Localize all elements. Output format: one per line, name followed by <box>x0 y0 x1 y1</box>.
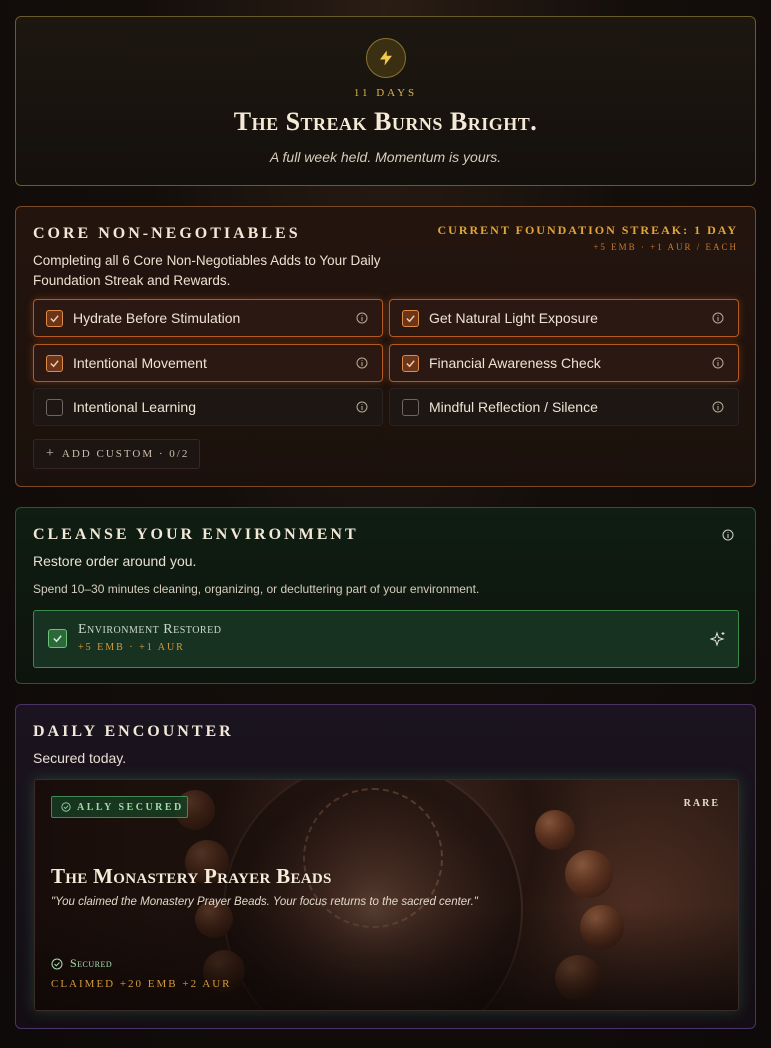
environment-reward: +5 EMB · +1 AUR <box>78 642 185 653</box>
info-icon[interactable] <box>712 357 724 369</box>
checkbox-checked[interactable] <box>46 354 63 372</box>
core-title: CORE NON-NEGOTIABLES <box>33 225 301 242</box>
streak-days: 11 DAYS <box>353 87 418 99</box>
info-icon[interactable] <box>722 529 734 541</box>
streak-subtitle: A full week held. Momentum is yours. <box>269 149 502 165</box>
task-label: Intentional Learning <box>73 399 196 415</box>
encounter-title: DAILY ENCOUNTER <box>33 723 234 740</box>
task-movement[interactable]: Intentional Movement <box>33 344 383 382</box>
check-circle-icon <box>51 958 63 969</box>
info-icon[interactable] <box>712 312 724 324</box>
checkbox-checked[interactable] <box>46 309 63 327</box>
task-hydrate[interactable]: Hydrate Before Stimulation <box>33 299 383 337</box>
secured-status: Secured <box>51 956 112 971</box>
ally-secured-label: ALLY SECURED <box>77 801 184 813</box>
plus-icon: + <box>46 446 54 461</box>
add-custom-button[interactable]: + ADD CUSTOM · 0/2 <box>33 439 200 469</box>
core-description: Completing all 6 Core Non-Negotiables Ad… <box>33 253 381 288</box>
add-custom-label: ADD CUSTOM · 0/2 <box>61 448 190 460</box>
task-label: Hydrate Before Stimulation <box>73 310 241 326</box>
foundation-streak-info: CURRENT FOUNDATION STREAK: 1 DAY +5 EMB … <box>438 223 738 252</box>
info-icon[interactable] <box>356 357 368 369</box>
info-icon[interactable] <box>712 401 724 413</box>
task-label: Get Natural Light Exposure <box>429 310 598 326</box>
checkbox-unchecked[interactable] <box>46 398 63 416</box>
task-label: Financial Awareness Check <box>429 355 601 371</box>
foundation-streak-label: CURRENT FOUNDATION STREAK: 1 DAY <box>437 223 738 237</box>
checkbox-unchecked[interactable] <box>402 398 419 416</box>
rarity-label: RARE <box>683 798 720 809</box>
task-natural-light[interactable]: Get Natural Light Exposure <box>389 299 739 337</box>
sparkle-icon <box>710 631 725 647</box>
checkbox-checked[interactable] <box>402 354 419 372</box>
claimed-reward: CLAIMED +20 EMB +2 AUR <box>51 978 232 990</box>
check-circle-icon <box>61 802 71 812</box>
task-reflection[interactable]: Mindful Reflection / Silence <box>389 388 739 426</box>
streak-banner: 11 DAYS The Streak Burns Bright. A full … <box>15 16 756 186</box>
checkbox-checked[interactable] <box>402 309 419 327</box>
environment-restored-item[interactable]: Environment Restored +5 EMB · +1 AUR <box>33 610 739 668</box>
lightning-icon <box>366 38 406 78</box>
ally-secured-badge: ALLY SECURED <box>51 796 188 818</box>
info-icon[interactable] <box>356 312 368 324</box>
reward-each-label: +5 EMB · +1 AUR / EACH <box>593 242 738 252</box>
checkbox-checked[interactable] <box>48 629 67 648</box>
encounter-subtitle: Secured today. <box>33 750 127 766</box>
cleanse-description: Spend 10–30 minutes cleaning, organizing… <box>33 582 480 596</box>
task-financial[interactable]: Financial Awareness Check <box>389 344 739 382</box>
streak-title: The Streak Burns Bright. <box>233 107 538 136</box>
item-name: The Monastery Prayer Beads <box>51 864 332 888</box>
core-non-negotiables-panel: CORE NON-NEGOTIABLES Completing all 6 Co… <box>15 206 756 487</box>
cleanse-title: CLEANSE YOUR ENVIRONMENT <box>33 526 359 543</box>
task-label: Intentional Movement <box>73 355 207 371</box>
item-quote: "You claimed the Monastery Prayer Beads.… <box>51 896 478 908</box>
environment-restored-label: Environment Restored <box>78 622 222 637</box>
task-label: Mindful Reflection / Silence <box>429 399 598 415</box>
info-icon[interactable] <box>356 401 368 413</box>
daily-encounter-panel: DAILY ENCOUNTER Secured today. ALLY SECU… <box>15 704 756 1029</box>
cleanse-subtitle: Restore order around you. <box>33 553 197 569</box>
task-learning[interactable]: Intentional Learning <box>33 388 383 426</box>
encounter-card[interactable]: ALLY SECURED RARE The Monastery Prayer B… <box>34 779 739 1011</box>
cleanse-environment-panel: CLEANSE YOUR ENVIRONMENT Restore order a… <box>15 507 756 684</box>
secured-label: Secured <box>70 956 113 970</box>
